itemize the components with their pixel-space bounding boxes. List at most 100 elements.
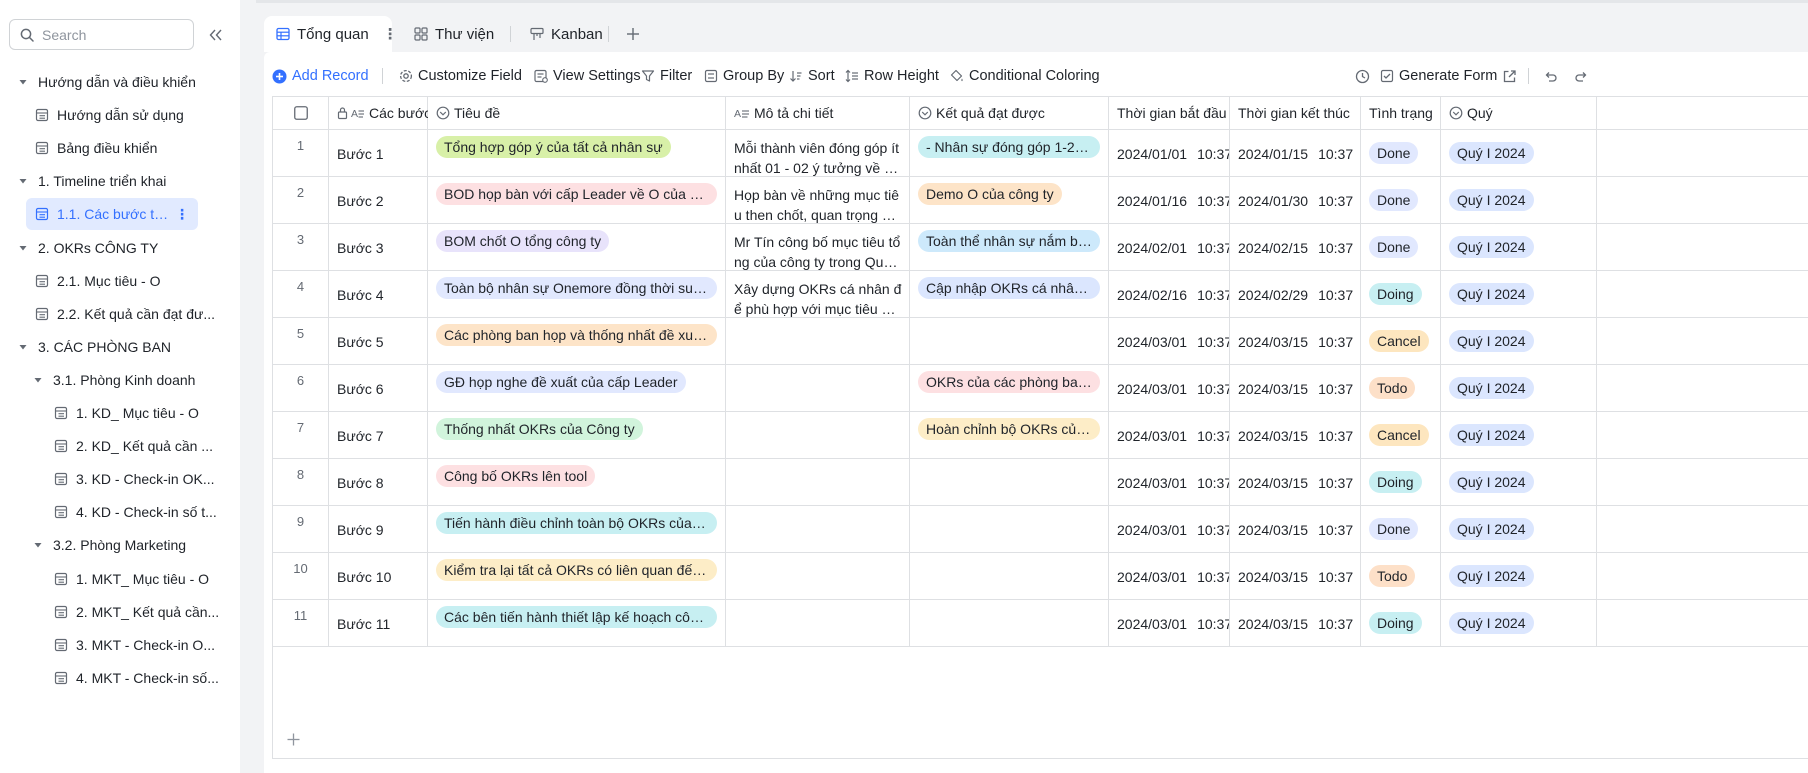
result-cell[interactable]: [910, 600, 1109, 647]
tab-thu-vien[interactable]: Thư viện: [402, 16, 506, 52]
title-cell[interactable]: Kiểm tra lại tất cả OKRs có liên quan đế…: [428, 553, 726, 600]
column-header-title[interactable]: Tiêu đề: [428, 97, 726, 130]
quarter-cell[interactable]: Quý I 2024: [1441, 130, 1597, 177]
result-cell[interactable]: Cập nhập OKRs cá nhân lên T...: [910, 271, 1109, 318]
sidebar-item[interactable]: Bảng điều khiển: [35, 132, 228, 164]
caret-down-icon[interactable]: [18, 77, 28, 87]
sidebar-item[interactable]: 3. MKT - Check-in O...: [54, 629, 228, 661]
column-header-desc[interactable]: A Mô tả chi tiết: [726, 97, 910, 130]
table-row[interactable]: 1 Bước 1 Tổng hợp góp ý của tất cả nhân sự…: [273, 130, 1808, 177]
description-cell[interactable]: Họp bàn về những mục tiêu then chốt, qua…: [726, 177, 910, 224]
row-height-button[interactable]: Row Height: [845, 63, 939, 89]
tab-more-icon[interactable]: ⋮: [383, 25, 398, 43]
start-date-cell[interactable]: 2024/02/01 10:37: [1109, 224, 1230, 271]
start-date-cell[interactable]: 2024/03/01 10:37: [1109, 553, 1230, 600]
result-cell[interactable]: Demo O của công ty: [910, 177, 1109, 224]
customize-field-button[interactable]: Customize Field: [399, 63, 522, 89]
step-cell[interactable]: Bước 11: [329, 600, 428, 647]
description-cell[interactable]: [726, 459, 910, 506]
start-date-cell[interactable]: 2024/03/01 10:37: [1109, 506, 1230, 553]
sort-button[interactable]: Sort: [789, 63, 835, 89]
column-header-end[interactable]: Thời gian kết thúc: [1230, 97, 1361, 130]
sidebar-item[interactable]: 2.1. Mục tiêu - O: [35, 265, 228, 297]
column-header-step[interactable]: A Các bước: [329, 97, 431, 130]
column-header-quarter[interactable]: Quý: [1441, 97, 1597, 130]
end-date-cell[interactable]: 2024/03/15 10:37: [1230, 365, 1361, 412]
search-box[interactable]: [9, 19, 194, 50]
start-date-cell[interactable]: 2024/03/01 10:37: [1109, 600, 1230, 647]
title-cell[interactable]: Tiến hành điều chỉnh toàn bộ OKRs của nh…: [428, 506, 726, 553]
quarter-cell[interactable]: Quý I 2024: [1441, 459, 1597, 506]
sidebar-item[interactable]: Hướng dẫn và điều khiển: [18, 66, 228, 98]
step-cell[interactable]: Bước 8: [329, 459, 428, 506]
sidebar-item[interactable]: 3. KD - Check-in OK...: [54, 463, 228, 495]
select-all-checkbox[interactable]: [293, 106, 308, 120]
table-row[interactable]: 9 Bước 9 Tiến hành điều chỉnh toàn bộ OKRs…: [273, 506, 1808, 553]
caret-down-icon[interactable]: [18, 176, 28, 186]
status-cell[interactable]: Done: [1361, 130, 1441, 177]
sidebar-item[interactable]: 4. MKT - Check-in số...: [54, 662, 228, 694]
title-cell[interactable]: BOD họp bàn với cấp Leader về O của công…: [428, 177, 726, 224]
quarter-cell[interactable]: Quý I 2024: [1441, 177, 1597, 224]
end-date-cell[interactable]: 2024/03/15 10:37: [1230, 506, 1361, 553]
history-button[interactable]: [1350, 64, 1374, 88]
status-cell[interactable]: Doing: [1361, 600, 1441, 647]
quarter-cell[interactable]: Quý I 2024: [1441, 506, 1597, 553]
caret-down-icon[interactable]: [33, 540, 43, 550]
status-cell[interactable]: Cancel: [1361, 412, 1441, 459]
tab-tong-quan[interactable]: Tổng quan ⋮: [264, 16, 398, 52]
quarter-cell[interactable]: Quý I 2024: [1441, 553, 1597, 600]
step-cell[interactable]: Bước 10: [329, 553, 428, 600]
title-cell[interactable]: GĐ họp nghe đề xuất của cấp Leader: [428, 365, 726, 412]
start-date-cell[interactable]: 2024/03/01 10:37: [1109, 412, 1230, 459]
start-date-cell[interactable]: 2024/03/01 10:37: [1109, 365, 1230, 412]
title-cell[interactable]: BOM chốt O tổng công ty: [428, 224, 726, 271]
caret-down-icon[interactable]: [18, 342, 28, 352]
start-date-cell[interactable]: 2024/03/01 10:37: [1109, 459, 1230, 506]
step-cell[interactable]: Bước 2: [329, 177, 428, 224]
sidebar-item[interactable]: Hướng dẫn sử dụng: [35, 99, 228, 131]
end-date-cell[interactable]: 2024/03/15 10:37: [1230, 459, 1361, 506]
quarter-cell[interactable]: Quý I 2024: [1441, 365, 1597, 412]
step-cell[interactable]: Bước 7: [329, 412, 428, 459]
description-cell[interactable]: Mỗi thành viên đóng góp ít nhất 01 - 02 …: [726, 130, 910, 177]
table-row[interactable]: 4 Bước 4 Toàn bộ nhân sự Onemore đồng thời…: [273, 271, 1808, 318]
share-button[interactable]: [1497, 64, 1521, 88]
tab-kanban[interactable]: Kanban: [518, 16, 615, 52]
title-cell[interactable]: Thống nhất OKRs của Công ty: [428, 412, 726, 459]
status-cell[interactable]: Doing: [1361, 459, 1441, 506]
view-settings-button[interactable]: View Settings: [534, 63, 641, 89]
status-cell[interactable]: Todo: [1361, 365, 1441, 412]
table-row[interactable]: 10 Bước 10 Kiểm tra lại tất cả OKRs có liê…: [273, 553, 1808, 600]
column-header-result[interactable]: Kết quả đạt được: [910, 97, 1109, 130]
table-row[interactable]: 2 Bước 2 BOD họp bàn với cấp Leader về O c…: [273, 177, 1808, 224]
status-cell[interactable]: Todo: [1361, 553, 1441, 600]
add-view-button[interactable]: [622, 23, 644, 45]
end-date-cell[interactable]: 2024/03/15 10:37: [1230, 412, 1361, 459]
table-row[interactable]: 6 Bước 6 GĐ họp nghe đề xuất của cấp Leade…: [273, 365, 1808, 412]
undo-button[interactable]: [1538, 64, 1562, 88]
result-cell[interactable]: OKRs của các phòng ban đã ...: [910, 365, 1109, 412]
result-cell[interactable]: [910, 506, 1109, 553]
collapse-sidebar-button[interactable]: [206, 26, 226, 44]
table-row[interactable]: 7 Bước 7 Thống nhất OKRs của Công ty Hoàn c…: [273, 412, 1808, 459]
result-cell[interactable]: [910, 459, 1109, 506]
sidebar-item[interactable]: 2. OKRs CÔNG TY: [18, 232, 228, 264]
quarter-cell[interactable]: Quý I 2024: [1441, 271, 1597, 318]
title-cell[interactable]: Các phòng ban họp và thống nhất đề xuất …: [428, 318, 726, 365]
quarter-cell[interactable]: Quý I 2024: [1441, 318, 1597, 365]
step-cell[interactable]: Bước 5: [329, 318, 428, 365]
end-date-cell[interactable]: 2024/01/15 10:37: [1230, 130, 1361, 177]
sidebar-item[interactable]: 2. KD_ Kết quả cần ...: [54, 430, 228, 462]
description-cell[interactable]: [726, 553, 910, 600]
description-cell[interactable]: [726, 600, 910, 647]
step-cell[interactable]: Bước 6: [329, 365, 428, 412]
table-row[interactable]: 8 Bước 8 Công bố OKRs lên tool 2024/03/01 10…: [273, 459, 1808, 506]
end-date-cell[interactable]: 2024/03/15 10:37: [1230, 600, 1361, 647]
start-date-cell[interactable]: 2024/01/16 10:37: [1109, 177, 1230, 224]
sidebar-item[interactable]: 3.2. Phòng Marketing: [33, 529, 228, 561]
step-cell[interactable]: Bước 3: [329, 224, 428, 271]
description-cell[interactable]: [726, 412, 910, 459]
generate-form-button[interactable]: Generate Form: [1380, 63, 1497, 89]
status-cell[interactable]: Done: [1361, 177, 1441, 224]
